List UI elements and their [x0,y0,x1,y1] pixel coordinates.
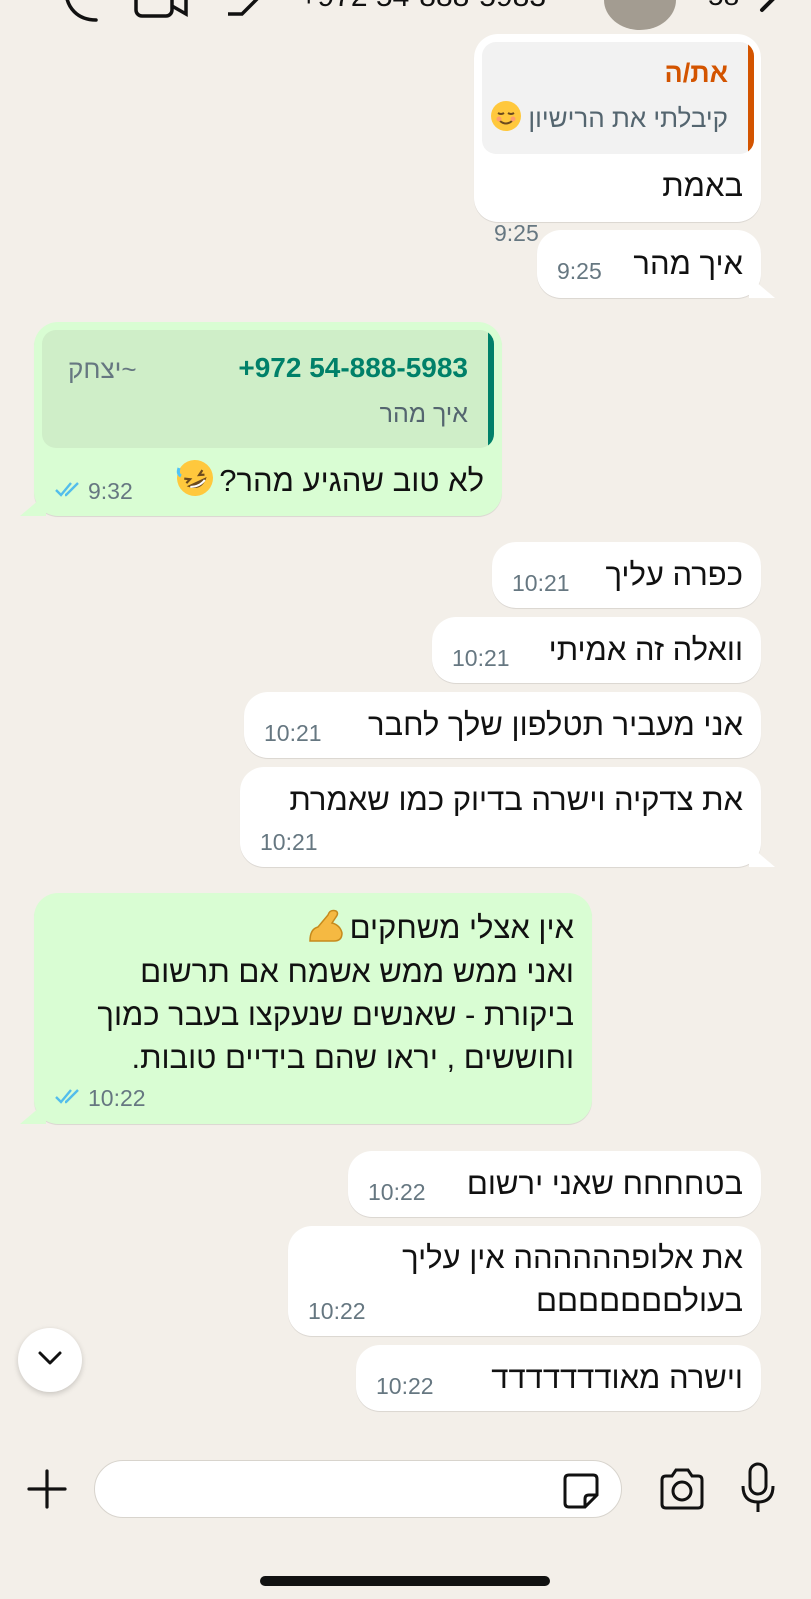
chevron-down-icon [37,1350,63,1371]
quote-body: קיבלתי את הרישיון [490,100,728,137]
rolling-on-floor-laughing-icon [175,458,215,503]
bubble-tail [749,845,775,867]
message-text: לא טוב שהגיע מהר? [219,463,484,498]
quote-accent-bar [488,330,494,448]
message-time: 9:25 [494,220,539,246]
message-line-text: ואני ממש ממש אשמח אם תרשום [140,954,574,989]
message-line-text: אין אצלי משחקים [349,910,574,945]
camera-icon[interactable] [658,1468,706,1517]
quote-accent-bar [748,42,754,154]
message-bubble[interactable]: בטחחחח שאני ירשום 10:22 [348,1151,761,1217]
message-bubble[interactable]: אני מעביר תטלפון שלך לחבר 10:21 [244,692,761,758]
message-text: וישרה מאודדדדדדד [491,1360,743,1395]
message-text: וואלה זה אמיתי [548,632,743,667]
bubble-tail [749,276,775,298]
message-input[interactable] [94,1460,622,1518]
bubble-tail [20,1102,46,1124]
message-time: 10:22 [376,1373,434,1399]
message-bubble[interactable]: את אלופהההההה אין עליך בעולםםםםםםם 10:22 [288,1226,761,1336]
message-bubble[interactable]: אין אצלי משחקים ואני ממש ממש אשמח אם תרש… [20,893,592,1124]
message-time: 9:25 [557,258,602,284]
message-bubble[interactable]: כפרה עליך 10:21 [492,542,761,608]
relieved-face-icon [490,100,522,137]
scroll-to-bottom-button[interactable] [18,1328,82,1392]
message-bubble[interactable]: +972 54-888-5983 ~יצחק איך מהר לא טוב שה… [20,322,502,516]
quote-text: קיבלתי את הרישיון [528,103,728,133]
bubble-tail [20,494,46,516]
avatar[interactable] [604,0,676,30]
back-arrow-icon[interactable] [222,0,272,33]
message-text: את צדקיה וישרה בדיוק כמו שאמרת [289,782,743,817]
message-time: 10:21 [452,645,510,671]
chat-header: +972 54-888-5983 58 [0,0,811,36]
message-time: 10:22 [54,1085,146,1112]
message-bubble[interactable]: וואלה זה אמיתי 10:21 [432,617,761,683]
message-time: 9:32 [54,478,133,505]
video-call-icon[interactable] [132,0,192,33]
unread-count: 58 [708,0,739,12]
message-bubble[interactable]: איך מהר 9:25 [537,230,775,298]
message-time: 10:21 [260,829,318,855]
microphone-icon[interactable] [740,1462,776,1521]
message-line-text: ביקורת - שאנשים שנעקצו בעבר כמוך [97,997,574,1032]
quoted-message[interactable]: +972 54-888-5983 ~יצחק איך מהר [42,330,494,448]
message-text: כפרה עליך [605,557,743,592]
message-bubble[interactable]: את/ה קיבלתי את הרישיון באמת 9:25 [474,34,761,246]
message-text: איך מהר [633,246,743,281]
quote-author-name: ~יצחק [68,354,137,384]
composer-bar [0,1430,811,1599]
message-body: לא טוב שהגיע מהר? [175,458,484,503]
message-line: אין אצלי משחקים [97,905,574,950]
read-receipt-icon [54,478,84,505]
read-receipt-icon [54,1085,84,1112]
message-text-block: את אלופהההההה אין עליך בעולםםםםםםם [402,1236,743,1322]
message-bubble[interactable]: את צדקיה וישרה בדיוק כמו שאמרת 10:21 [240,767,775,867]
plus-icon[interactable] [26,1468,68,1515]
message-line-text: בעולםםםםםםם [536,1283,743,1318]
quote-author: +972 54-888-5983 [238,352,468,383]
phone-icon[interactable] [58,0,102,33]
message-text: באמת [662,168,743,203]
sticker-icon[interactable] [561,1471,601,1516]
message-text: בטחחחח שאני ירשום [466,1166,743,1201]
quote-author: את/ה [664,58,728,88]
message-line-text: את אלופהההההה אין עליך [402,1240,743,1275]
chevron-back-icon[interactable] [752,0,792,31]
message-text: אני מעביר תטלפון שלך לחבר [368,707,743,742]
quote-text: איך מהר [379,400,468,428]
message-time: 10:21 [264,720,322,746]
message-bubble[interactable]: וישרה מאודדדדדדד 10:22 [356,1345,761,1411]
chat-title[interactable]: +972 54-888-5983 [300,0,546,14]
message-time: 10:22 [308,1298,366,1324]
message-line-text: וחוששים , יראו שהם בידיים טובות. [131,1040,574,1075]
message-time: 10:21 [512,570,570,596]
message-text-block: אין אצלי משחקים ואני ממש ממש אשמח אם תרש… [97,905,574,1079]
message-time: 10:22 [368,1179,426,1205]
flexed-biceps-icon [306,905,346,950]
quoted-message[interactable]: את/ה קיבלתי את הרישיון [482,42,754,154]
home-indicator [260,1576,550,1586]
